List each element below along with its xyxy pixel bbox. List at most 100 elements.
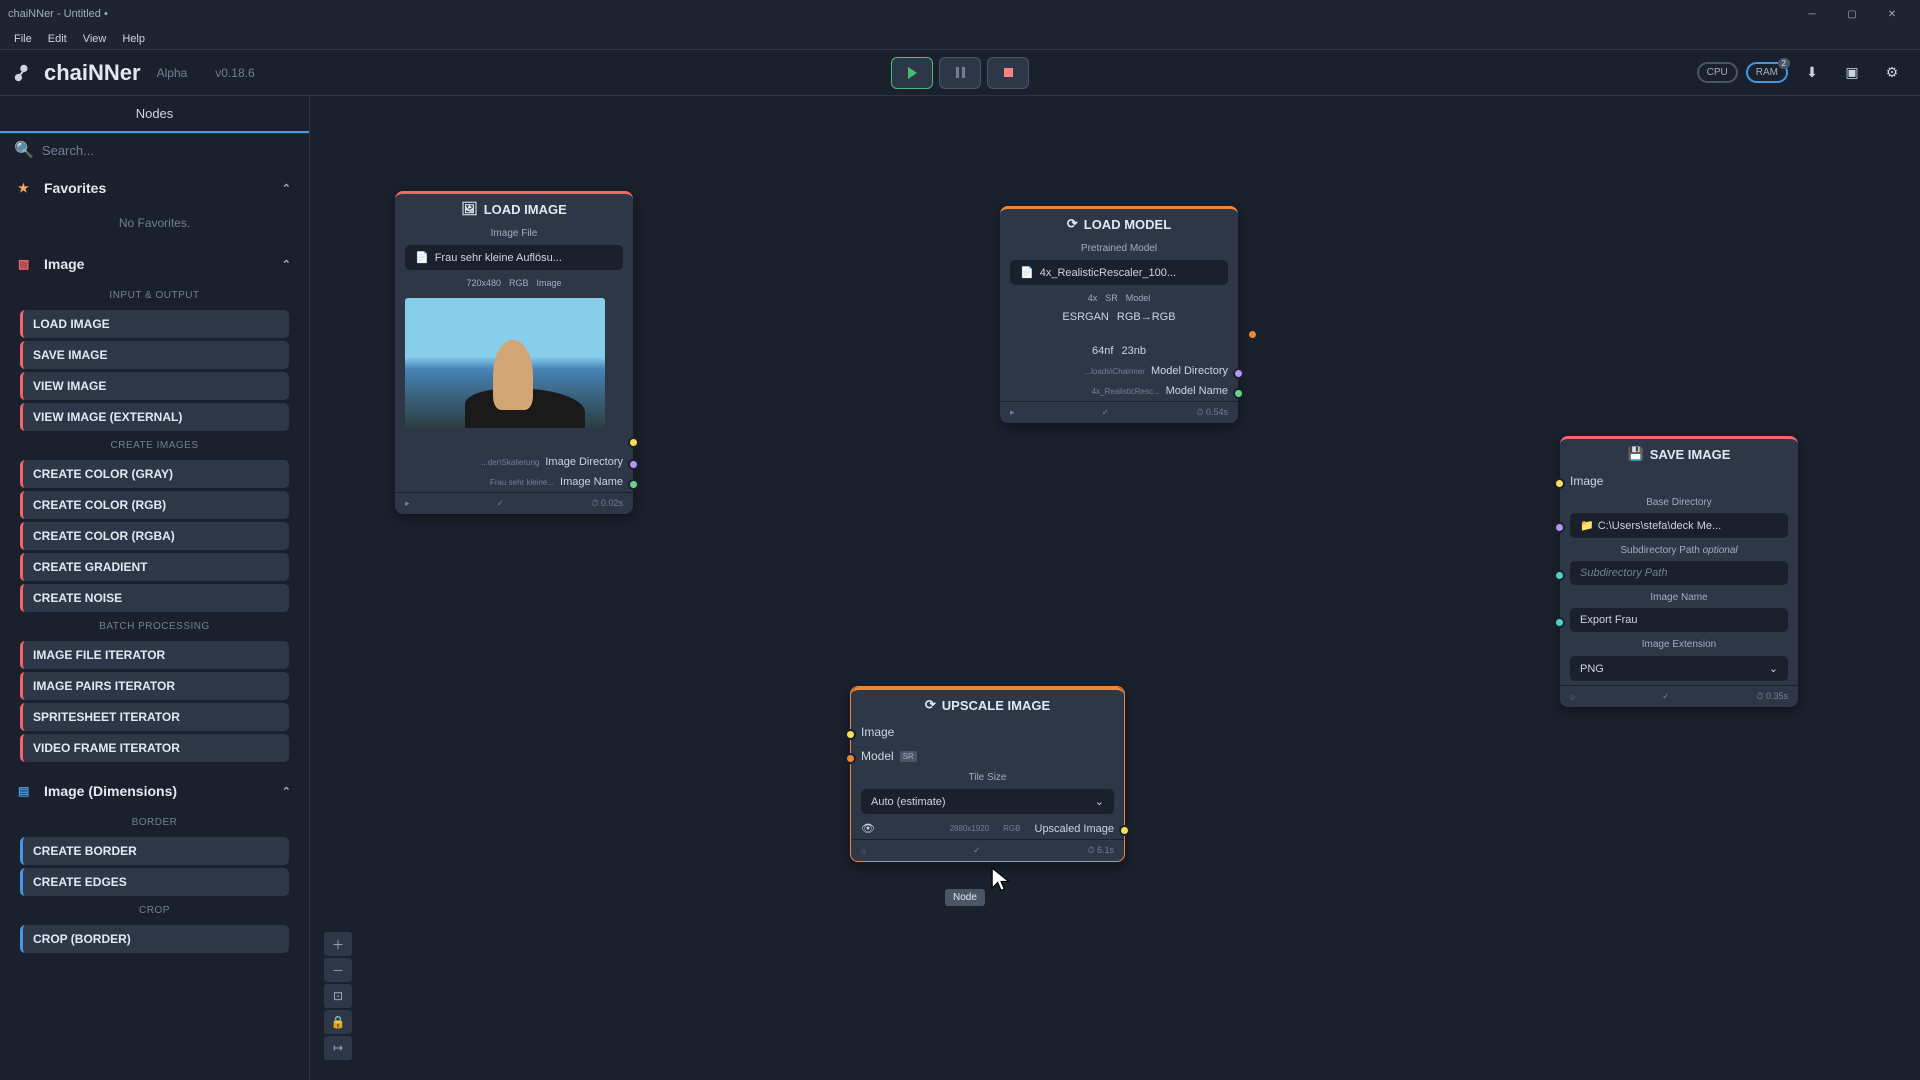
subsection-label: CREATE IMAGES <box>12 434 297 457</box>
sidebar-item-save-image[interactable]: SAVE IMAGE <box>20 341 289 369</box>
stop-icon <box>1004 68 1013 77</box>
output-directory-row: ...loads\Chainner Model Directory <box>1000 361 1238 381</box>
sidebar-item-create-color-rgb[interactable]: CREATE COLOR (RGB) <box>20 491 289 519</box>
file-picker[interactable]: 📄4x_RealisticRescaler_100... <box>1010 260 1228 285</box>
zoom-in-button[interactable]: ＋ <box>324 932 352 956</box>
menu-view[interactable]: View <box>75 31 115 47</box>
star-icon: ★ <box>18 181 36 195</box>
subsection-label: BATCH PROCESSING <box>12 615 297 638</box>
field-label: Image Extension <box>1560 635 1798 652</box>
lock-button[interactable]: 🔒 <box>324 1010 352 1034</box>
zoom-out-button[interactable]: － <box>324 958 352 982</box>
category-favorites[interactable]: ★ Favorites ⌃ <box>12 172 297 204</box>
dimensions-icon: ▤ <box>18 784 36 798</box>
extension-select[interactable]: PNG ⌄ <box>1570 656 1788 681</box>
file-icon: 📄 <box>415 251 429 264</box>
subdirectory-field[interactable] <box>1570 561 1788 585</box>
run-button[interactable] <box>891 57 933 89</box>
subsection-label: BORDER <box>12 811 297 834</box>
app-alpha-tag: Alpha <box>157 66 188 80</box>
settings-icon[interactable]: ⚙ <box>1876 57 1908 89</box>
fit-view-button[interactable]: ⊡ <box>324 984 352 1008</box>
node-load-model[interactable]: ⟳LOAD MODEL Pretrained Model 📄4x_Realist… <box>1000 206 1238 423</box>
eye-icon[interactable]: 👁 <box>861 822 875 835</box>
field-label: Image File <box>395 224 633 241</box>
file-picker[interactable]: 📄Frau sehr kleine Auflösu... <box>405 245 623 270</box>
image-icon: ▧ <box>18 257 36 271</box>
field-label: Tile Size <box>851 768 1124 785</box>
window-minimize[interactable]: ─ <box>1792 0 1832 28</box>
menubar: File Edit View Help <box>0 28 1920 50</box>
output-name-row: 4x_RealisticResc... Model Name <box>1000 381 1238 401</box>
sidebar-item-image-file-iterator[interactable]: IMAGE FILE ITERATOR <box>20 641 289 669</box>
menu-edit[interactable]: Edit <box>40 31 75 47</box>
sidebar-item-create-color-gray[interactable]: CREATE COLOR (GRAY) <box>20 460 289 488</box>
output-image-port <box>395 434 633 452</box>
app-name: chaiNNer <box>44 60 141 86</box>
field-label: Base Directory <box>1560 493 1798 510</box>
tooltip: Node <box>945 889 985 906</box>
subsection-label: CROP <box>12 899 297 922</box>
node-load-image[interactable]: 🖼LOAD IMAGE Image File 📄Frau sehr kleine… <box>395 191 633 514</box>
canvas-controls: ＋ － ⊡ 🔒 ↦ <box>324 932 352 1060</box>
ram-badge: 2 <box>1778 58 1790 69</box>
sidebar-item-view-image-external[interactable]: VIEW IMAGE (EXTERNAL) <box>20 403 289 431</box>
image-icon: 🖼 <box>461 201 478 217</box>
menu-file[interactable]: File <box>6 31 40 47</box>
node-save-image[interactable]: 💾SAVE IMAGE Image Base Directory 📁C:\Use… <box>1560 436 1798 707</box>
subsection-label: INPUT & OUTPUT <box>12 284 297 307</box>
sidebar-item-crop-border[interactable]: CROP (BORDER) <box>20 925 289 953</box>
chevron-up-icon: ⌃ <box>282 258 291 271</box>
search-icon: 🔍 <box>14 140 34 160</box>
search-input[interactable] <box>42 143 295 158</box>
play-icon <box>908 67 917 79</box>
pause-button[interactable] <box>939 57 981 89</box>
ram-indicator[interactable]: RAM2 <box>1746 62 1788 83</box>
window-maximize[interactable]: ▢ <box>1832 0 1872 28</box>
sidebar-item-spritesheet-iterator[interactable]: SPRITESHEET ITERATOR <box>20 703 289 731</box>
node-upscale-image[interactable]: ⟳UPSCALE IMAGE Image Model SR Tile Size … <box>850 686 1125 862</box>
input-image-row: Image <box>851 720 1124 744</box>
sidebar-item-create-color-rgba[interactable]: CREATE COLOR (RGBA) <box>20 522 289 550</box>
base-directory-field[interactable]: 📁C:\Users\stefa\deck Me... <box>1570 513 1788 538</box>
download-icon[interactable]: ⬇ <box>1796 57 1828 89</box>
sidebar-item-create-border[interactable]: CREATE BORDER <box>20 837 289 865</box>
pause-icon <box>956 67 965 78</box>
sidebar-item-create-edges[interactable]: CREATE EDGES <box>20 868 289 896</box>
file-icon: 📄 <box>1020 266 1034 279</box>
app-version: v0.18.6 <box>215 66 254 80</box>
output-model-port <box>1000 327 1238 341</box>
output-name-row: Frau sehr kleine... Image Name <box>395 472 633 492</box>
model-icon: ⟳ <box>1067 216 1078 232</box>
category-image[interactable]: ▧ Image ⌃ <box>12 248 297 280</box>
sidebar-item-load-image[interactable]: LOAD IMAGE <box>20 310 289 338</box>
stop-button[interactable] <box>987 57 1029 89</box>
sidebar-item-image-pairs-iterator[interactable]: IMAGE PAIRS ITERATOR <box>20 672 289 700</box>
upscale-icon: ⟳ <box>925 697 936 713</box>
tile-size-select[interactable]: Auto (estimate) ⌄ <box>861 789 1114 814</box>
sidebar-item-video-frame-iterator[interactable]: VIDEO FRAME ITERATOR <box>20 734 289 762</box>
canvas[interactable]: 🖼LOAD IMAGE Image File 📄Frau sehr kleine… <box>310 96 1920 1080</box>
folder-icon: 📁 <box>1580 520 1594 532</box>
category-image-dimensions[interactable]: ▤ Image (Dimensions) ⌃ <box>12 775 297 807</box>
cursor-icon <box>990 866 1012 894</box>
cpu-indicator[interactable]: CPU <box>1697 62 1738 83</box>
window-close[interactable]: ✕ <box>1872 0 1912 28</box>
sidebar-item-create-noise[interactable]: CREATE NOISE <box>20 584 289 612</box>
screenshot-icon[interactable]: ▣ <box>1836 57 1868 89</box>
save-icon: 💾 <box>1628 446 1644 462</box>
sidebar-item-create-gradient[interactable]: CREATE GRADIENT <box>20 553 289 581</box>
output-upscaled-row: 👁 2880x1920 RGB Upscaled Image <box>851 818 1124 839</box>
image-name-field[interactable]: Export Frau <box>1570 608 1788 632</box>
app-logo-icon <box>12 62 34 84</box>
chevron-down-icon: ⌄ <box>1095 795 1104 808</box>
image-preview <box>405 298 605 428</box>
export-button[interactable]: ↦ <box>324 1036 352 1060</box>
sidebar-item-view-image[interactable]: VIEW IMAGE <box>20 372 289 400</box>
window-title: chaiNNer - Untitled • <box>8 8 108 20</box>
input-image-row: Image <box>1560 469 1798 493</box>
menu-help[interactable]: Help <box>114 31 153 47</box>
tab-nodes[interactable]: Nodes <box>0 96 309 133</box>
field-label: Pretrained Model <box>1000 239 1238 256</box>
chevron-down-icon: ⌄ <box>1769 662 1778 675</box>
